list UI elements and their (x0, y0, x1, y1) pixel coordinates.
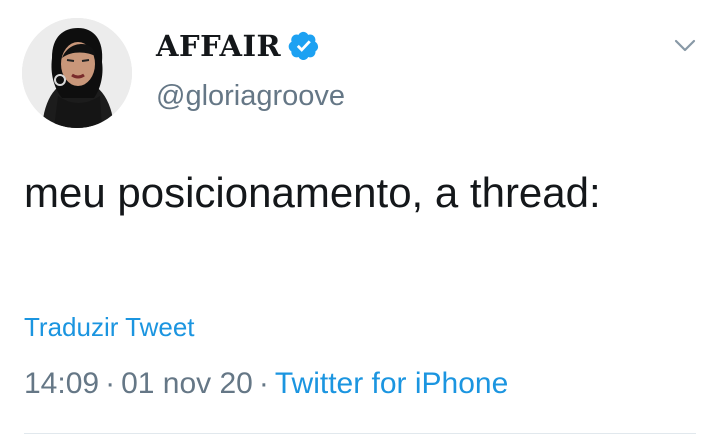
divider (24, 433, 696, 434)
author-handle[interactable]: @gloriagroove (156, 80, 345, 113)
tweet-text: meu posicionamento, a thread: (24, 169, 601, 216)
avatar[interactable] (22, 18, 132, 128)
tweet-source-link[interactable]: Twitter for iPhone (275, 367, 508, 400)
separator: · (258, 367, 269, 400)
translate-tweet-link[interactable]: Traduzir Tweet (24, 312, 195, 343)
tweet-time[interactable]: 14:09 (24, 367, 99, 400)
display-name[interactable]: AFFAIR (156, 29, 281, 63)
tweet-date[interactable]: 01 nov 20 (121, 367, 253, 400)
chevron-down-icon[interactable] (672, 36, 698, 56)
separator: · (105, 367, 116, 400)
author-name-row[interactable]: AFFAIR (156, 26, 320, 66)
verified-badge-icon (288, 30, 320, 62)
tweet-metadata: 14:09 · 01 nov 20 · Twitter for iPhone (24, 367, 508, 401)
avatar-image (22, 18, 132, 128)
